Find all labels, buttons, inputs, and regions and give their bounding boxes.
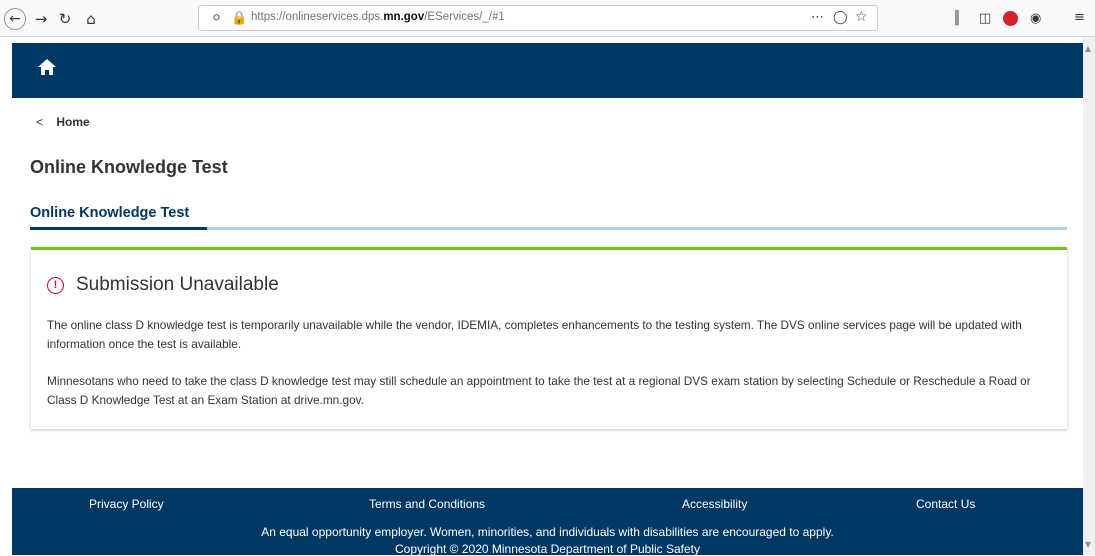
site-header: [12, 43, 1083, 98]
page-title: Online Knowledge Test: [30, 157, 228, 177]
menu-icon[interactable]: ≡: [1074, 10, 1085, 25]
scroll-up-icon[interactable]: ▲: [1085, 44, 1091, 53]
footer-privacy-link[interactable]: Privacy Policy: [89, 497, 164, 511]
scrollbar[interactable]: [1083, 37, 1095, 555]
tab-active-indicator: [30, 227, 207, 230]
footer-contact-link[interactable]: Contact Us: [916, 497, 975, 511]
reload-icon[interactable]: ↻: [54, 8, 76, 30]
footer-accessibility-link[interactable]: Accessibility: [682, 497, 747, 511]
bookmark-star-icon[interactable]: ☆: [855, 9, 868, 25]
site-footer: Privacy Policy Terms and Conditions Acce…: [12, 488, 1083, 556]
chevron-left-icon: <: [36, 115, 44, 129]
adblock-icon[interactable]: [1003, 11, 1018, 26]
breadcrumb-home-link[interactable]: Home: [56, 115, 89, 129]
notice-title: Submission Unavailable: [76, 274, 279, 295]
footer-eeo-note: An equal opportunity employer. Women, mi…: [261, 525, 834, 539]
url-text[interactable]: https://onlineservices.dps.mn.gov/EServi…: [251, 11, 505, 23]
sidebar-icon[interactable]: ◫: [979, 11, 991, 26]
page-actions-icon[interactable]: ⋯: [811, 10, 824, 25]
breadcrumb[interactable]: < Home: [36, 115, 90, 129]
home-icon[interactable]: [38, 59, 56, 79]
shield-icon[interactable]: ⚪: [211, 11, 222, 26]
back-arrow-icon[interactable]: ←: [4, 8, 26, 30]
alert-circle-icon: !: [47, 276, 64, 294]
notice-heading: ! Submission Unavailable: [47, 274, 279, 296]
footer-copyright: Copyright © 2020 Minnesota Department of…: [394, 542, 700, 556]
lock-icon[interactable]: 🔒: [231, 11, 247, 26]
notice-paragraph-1: The online class D knowledge test is tem…: [47, 318, 1022, 351]
notice-paragraph-2: Minnesotans who need to take the class D…: [47, 374, 1031, 407]
scroll-down-icon[interactable]: ▼: [1085, 540, 1091, 549]
tab-online-knowledge-test[interactable]: Online Knowledge Test: [30, 205, 189, 221]
library-icon[interactable]: ║: [953, 11, 961, 26]
browser-home-icon[interactable]: ⌂: [80, 8, 102, 30]
browser-toolbar: ← → ↻ ⌂ ⚪ 🔒 https://onlineservices.dps.m…: [0, 0, 1095, 37]
forward-arrow-icon[interactable]: →: [30, 8, 52, 30]
notice-card: ! Submission Unavailable The online clas…: [31, 247, 1067, 429]
url-bar[interactable]: ⚪ 🔒 https://onlineservices.dps.mn.gov/ES…: [198, 5, 878, 31]
footer-terms-link[interactable]: Terms and Conditions: [369, 497, 485, 511]
account-icon[interactable]: ◉: [1030, 11, 1041, 26]
pocket-icon[interactable]: ◯: [833, 10, 848, 25]
